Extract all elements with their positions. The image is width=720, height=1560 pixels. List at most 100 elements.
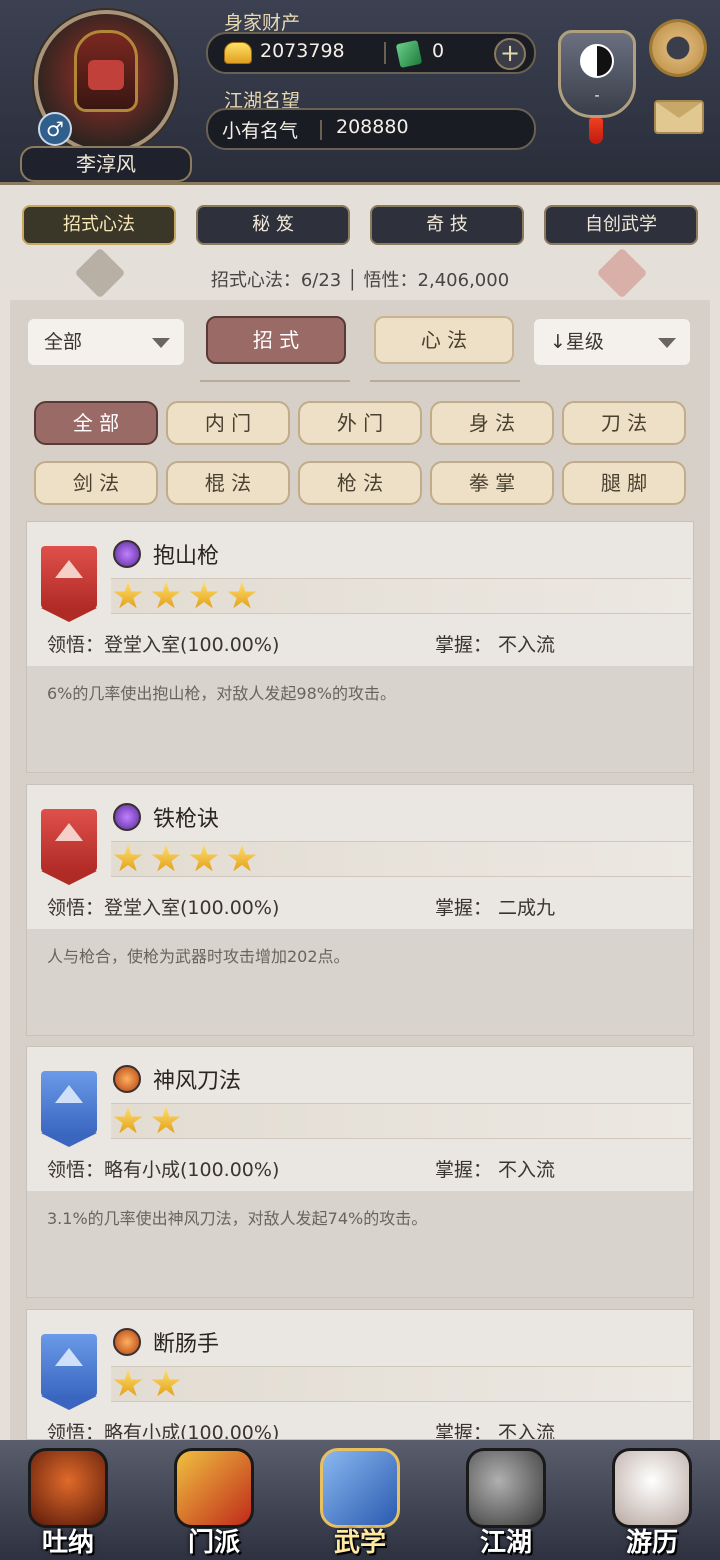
star-icon bbox=[189, 581, 219, 609]
grade-banner-icon bbox=[41, 1071, 97, 1147]
star-rating bbox=[111, 841, 691, 877]
filter-inner[interactable]: 内 门 bbox=[166, 401, 290, 445]
skill-card[interactable]: 断肠手 领悟：略有小成(100.00%) 掌握： 不入流 bbox=[26, 1309, 694, 1440]
nav-travel[interactable]: 游历 bbox=[604, 1446, 700, 1558]
filter-blade[interactable]: 刀 法 bbox=[562, 401, 686, 445]
comprehension: 领悟：登堂入室(100.00%) bbox=[47, 897, 280, 919]
star-icon bbox=[151, 844, 181, 872]
filter-fist[interactable]: 拳 掌 bbox=[430, 461, 554, 505]
star-rating bbox=[111, 1103, 691, 1139]
filter-outer[interactable]: 外 门 bbox=[298, 401, 422, 445]
settings-gear-icon[interactable] bbox=[652, 22, 704, 74]
skill-card[interactable]: 神风刀法 领悟：略有小成(100.00%) 掌握： 不入流 3.1%的几率使出神… bbox=[26, 1046, 694, 1298]
nav-label: 门派 bbox=[187, 1528, 240, 1558]
divider bbox=[320, 120, 322, 140]
yin-yang-icon bbox=[580, 44, 614, 78]
skill-description: 人与枪合，使枪为武器时攻击增加202点。 bbox=[27, 929, 693, 1035]
star-rating bbox=[111, 578, 691, 614]
star-icon bbox=[151, 1106, 181, 1134]
star-icon bbox=[113, 844, 143, 872]
mastery: 掌握： 不入流 bbox=[435, 634, 556, 656]
reputation-value: 208880 bbox=[336, 116, 409, 138]
filter-staff[interactable]: 棍 法 bbox=[166, 461, 290, 505]
skill-name: 铁枪诀 bbox=[153, 807, 220, 832]
tab-self-created[interactable]: 自创武学 bbox=[544, 205, 698, 245]
wealth-pill bbox=[206, 32, 536, 74]
filter-movement[interactable]: 身 法 bbox=[430, 401, 554, 445]
skill-name: 神风刀法 bbox=[153, 1069, 242, 1094]
star-icon bbox=[227, 581, 257, 609]
avatar-visor bbox=[88, 60, 124, 90]
grade-banner-icon bbox=[41, 809, 97, 885]
nav-label: 江湖 bbox=[479, 1528, 532, 1558]
mastery: 掌握： 不入流 bbox=[435, 1422, 556, 1440]
nav-sect[interactable]: 门派 bbox=[166, 1446, 262, 1558]
tab-secret-manuals[interactable]: 秘 笈 bbox=[196, 205, 350, 245]
skill-type-icon bbox=[113, 1328, 141, 1356]
filter-leg[interactable]: 腿 脚 bbox=[562, 461, 686, 505]
mastery: 掌握： 二成九 bbox=[435, 897, 556, 919]
player-name: 李淳风 bbox=[20, 146, 192, 182]
mail-flap bbox=[656, 102, 702, 122]
tab-moves-arts[interactable]: 招式心法 bbox=[22, 205, 176, 245]
tab-special-skills[interactable]: 奇 技 bbox=[370, 205, 524, 245]
skill-type-icon bbox=[113, 540, 141, 568]
grade-banner-icon bbox=[41, 1334, 97, 1410]
gold-ingot-icon bbox=[224, 42, 252, 64]
star-rating bbox=[111, 1366, 691, 1402]
star-icon bbox=[113, 1106, 143, 1134]
horse-icon bbox=[612, 1448, 692, 1528]
comprehension: 领悟：略有小成(100.00%) bbox=[47, 1422, 280, 1440]
tab-inner-arts[interactable]: 心 法 bbox=[374, 316, 514, 364]
star-icon bbox=[113, 1369, 143, 1397]
stats-line: 招式心法：6/23 │ 悟性：2,406,000 bbox=[210, 270, 510, 291]
bamboo-hat-icon bbox=[466, 1448, 546, 1528]
skill-description: 6%的几率使出抱山枪，对敌人发起98%的攻击。 bbox=[27, 666, 693, 772]
skill-name: 断肠手 bbox=[153, 1332, 220, 1357]
gold-amount: 2073798 bbox=[260, 40, 345, 62]
jade-icon bbox=[395, 39, 423, 69]
nav-label: 游历 bbox=[625, 1528, 678, 1558]
skill-card[interactable]: 铁枪诀 领悟：登堂入室(100.00%) 掌握： 二成九 人与枪合，使枪为武器时… bbox=[26, 784, 694, 1036]
badge-text: - bbox=[594, 88, 600, 104]
filter-spear[interactable]: 枪 法 bbox=[298, 461, 422, 505]
skill-description: 3.1%的几率使出神风刀法，对敌人发起74%的攻击。 bbox=[27, 1191, 693, 1297]
skill-type-icon bbox=[113, 1065, 141, 1093]
nav-breathing[interactable]: 吐纳 bbox=[20, 1446, 116, 1558]
skill-card[interactable]: 抱山枪 领悟：登堂入室(100.00%) 掌握： 不入流 6%的几率使出抱山枪，… bbox=[26, 521, 694, 773]
tab-moves[interactable]: 招 式 bbox=[206, 316, 346, 364]
chevron-down-icon bbox=[658, 338, 676, 348]
martial-book-icon bbox=[320, 1448, 400, 1528]
star-icon bbox=[189, 844, 219, 872]
add-currency-button[interactable]: + bbox=[494, 38, 526, 70]
star-icon bbox=[227, 844, 257, 872]
tassel-icon bbox=[589, 118, 603, 144]
nav-jianghu[interactable]: 江湖 bbox=[458, 1446, 554, 1558]
ornament-divider bbox=[200, 380, 350, 382]
nav-martial[interactable]: 武学 bbox=[312, 1446, 408, 1558]
comprehension: 领悟：略有小成(100.00%) bbox=[47, 1159, 280, 1181]
skill-type-icon bbox=[113, 803, 141, 831]
filter-sword[interactable]: 剑 法 bbox=[34, 461, 158, 505]
ornament-divider bbox=[370, 380, 520, 382]
divider bbox=[384, 42, 386, 64]
comprehension: 领悟：登堂入室(100.00%) bbox=[47, 634, 280, 656]
sort-dropdown[interactable]: ↓星级 bbox=[534, 319, 690, 365]
wealth-label: 身家财产 bbox=[224, 12, 301, 34]
skill-name: 抱山枪 bbox=[153, 544, 220, 569]
chevron-down-icon bbox=[152, 338, 170, 348]
monk-icon bbox=[28, 1448, 108, 1528]
mastery: 掌握： 不入流 bbox=[435, 1159, 556, 1181]
nav-label: 武学 bbox=[333, 1528, 386, 1558]
gender-male-icon: ♂ bbox=[38, 112, 72, 146]
sect-flag-icon bbox=[174, 1448, 254, 1528]
reputation-title: 小有名气 bbox=[222, 120, 299, 142]
filter-all[interactable]: 全 部 bbox=[34, 401, 158, 445]
nav-label: 吐纳 bbox=[41, 1528, 94, 1558]
star-icon bbox=[151, 1369, 181, 1397]
grade-banner-icon bbox=[41, 546, 97, 622]
jade-amount: 0 bbox=[432, 40, 445, 62]
star-icon bbox=[113, 581, 143, 609]
star-icon bbox=[151, 581, 181, 609]
scope-dropdown[interactable]: 全部 bbox=[28, 319, 184, 365]
